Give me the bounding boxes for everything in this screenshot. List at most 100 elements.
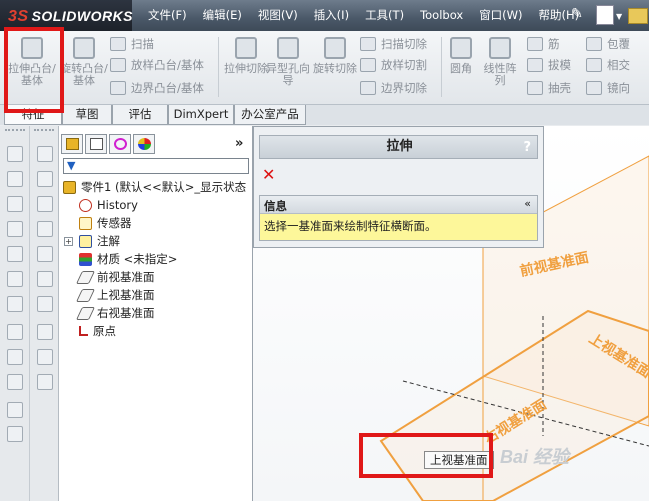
- menu-insert[interactable]: 插入(I): [306, 0, 357, 31]
- menu-bar: 文件(F) 编辑(E) 视图(V) 插入(I) 工具(T) Toolbox 窗口…: [140, 0, 587, 31]
- display-icon[interactable]: [37, 374, 53, 390]
- extrude-icon[interactable]: [7, 146, 23, 162]
- boundary-boss-icon: [110, 81, 126, 95]
- sweep-button[interactable]: 扫描: [110, 34, 154, 54]
- cut-icon[interactable]: [7, 246, 23, 262]
- copy-icon[interactable]: [7, 402, 23, 418]
- measure-icon[interactable]: [37, 324, 53, 340]
- toolbar-grip[interactable]: [5, 129, 25, 132]
- wrap-button[interactable]: 包覆: [586, 34, 630, 54]
- tree-item-right-plane[interactable]: 右视基准面: [75, 304, 155, 322]
- chevron-down-icon[interactable]: ▼: [616, 12, 622, 21]
- loft-cut-button[interactable]: 放样切割: [360, 55, 427, 75]
- tab-evaluate[interactable]: 评估: [112, 105, 168, 125]
- filter-icon[interactable]: ▼: [67, 160, 77, 172]
- tree-item-origin[interactable]: 原点: [79, 322, 116, 340]
- expand-annotations-icon[interactable]: +: [64, 237, 73, 246]
- extrude-cut-icon: [235, 37, 257, 59]
- filter-field[interactable]: ▼: [63, 158, 249, 174]
- extrude-boss-button[interactable]: 拉伸凸台/基体: [6, 35, 58, 101]
- table-icon[interactable]: [37, 146, 53, 162]
- curve-icon[interactable]: [37, 171, 53, 187]
- pin-icon[interactable]: ✎: [568, 6, 586, 24]
- tree-item-history[interactable]: History: [79, 196, 138, 214]
- hole-wizard-button[interactable]: 异型孔向导: [266, 35, 310, 101]
- plane-icon[interactable]: [37, 221, 53, 237]
- mirror-icon: [586, 81, 602, 95]
- axis-icon[interactable]: [37, 246, 53, 262]
- tree-item-top-plane[interactable]: 上视基准面: [75, 286, 155, 304]
- tab-features[interactable]: 特征: [4, 105, 62, 125]
- extrude-cut-button[interactable]: 拉伸切除: [220, 35, 272, 101]
- tab-feature-tree[interactable]: [61, 134, 83, 154]
- solidworks-logo[interactable]: 3S SOLIDWORKS: [0, 0, 133, 31]
- command-tabs: 特征 草图 评估 DimXpert 办公室产品: [0, 105, 649, 125]
- material-icon: [79, 252, 92, 266]
- menu-toolbox[interactable]: Toolbox: [412, 0, 471, 31]
- boundary-boss-button[interactable]: 边界凸台/基体: [110, 78, 204, 98]
- title-bar: 3S SOLIDWORKS 文件(F) 编辑(E) 视图(V) 插入(I) 工具(…: [0, 0, 649, 31]
- tree-item-material[interactable]: 材质 <未指定>: [79, 250, 177, 268]
- smart-dimension-icon[interactable]: [7, 349, 23, 365]
- surface-icon[interactable]: [37, 271, 53, 287]
- rib-button[interactable]: 筋: [527, 34, 560, 54]
- hole-icon[interactable]: [7, 271, 23, 287]
- command-manager: 拉伸凸台/基体 旋转凸台/基体 扫描 放样凸台/基体 边界凸台/基体 拉伸切除 …: [0, 31, 649, 105]
- sketch-icon[interactable]: [7, 324, 23, 340]
- menu-view[interactable]: 视图(V): [250, 0, 306, 31]
- sweep-icon: [110, 37, 126, 51]
- revolve-cut-button[interactable]: 旋转切除: [312, 35, 358, 101]
- tree-root-part[interactable]: 零件1 (默认<<默认>_显示状态: [63, 178, 246, 196]
- info-section-header[interactable]: 信息 «: [260, 196, 537, 214]
- menu-edit[interactable]: 编辑(E): [195, 0, 250, 31]
- loft-boss-button[interactable]: 放样凸台/基体: [110, 55, 204, 75]
- sensor-icon: [79, 216, 92, 230]
- plane-icon: [75, 306, 96, 320]
- menu-tools[interactable]: 工具(T): [357, 0, 412, 31]
- new-document-icon[interactable]: [596, 5, 614, 25]
- section-icon[interactable]: [37, 296, 53, 312]
- boundary-cut-button[interactable]: 边界切除: [360, 78, 427, 98]
- fillet-icon[interactable]: [7, 296, 23, 312]
- tab-configuration-manager[interactable]: [109, 134, 131, 154]
- sweep-cut-button[interactable]: 扫描切除: [360, 34, 427, 54]
- loft-icon[interactable]: [7, 221, 23, 237]
- tab-sketch[interactable]: 草图: [62, 105, 112, 125]
- paste-icon[interactable]: [7, 426, 23, 442]
- feature-manager-panel: » ▼ 零件1 (默认<<默认>_显示状态 History 传感器 + 注解 材…: [59, 126, 253, 501]
- revolve-icon[interactable]: [7, 171, 23, 187]
- tab-property-manager[interactable]: [85, 134, 107, 154]
- reference-geometry-icon[interactable]: [37, 196, 53, 212]
- tab-dimxpert[interactable]: DimXpert: [168, 105, 234, 125]
- tab-office-products[interactable]: 办公室产品: [234, 105, 306, 125]
- linear-pattern-button[interactable]: 线性阵列: [480, 35, 520, 101]
- collapse-icon[interactable]: «: [524, 197, 531, 210]
- tree-item-annotations[interactable]: 注解: [79, 232, 120, 250]
- open-folder-icon[interactable]: [628, 8, 648, 24]
- tree-item-sensors[interactable]: 传感器: [79, 214, 132, 232]
- relations-icon[interactable]: [7, 374, 23, 390]
- tab-display-manager[interactable]: [133, 134, 155, 154]
- part-icon: [63, 180, 76, 194]
- fillet-button[interactable]: 圆角: [444, 35, 478, 101]
- mass-properties-icon[interactable]: [37, 349, 53, 365]
- sweep-icon[interactable]: [7, 196, 23, 212]
- revolve-boss-button[interactable]: 旋转凸台/基体: [58, 35, 110, 101]
- menu-file[interactable]: 文件(F): [140, 0, 195, 31]
- mirror-button[interactable]: 镜向: [586, 78, 630, 98]
- cancel-icon[interactable]: ✕: [262, 165, 275, 184]
- draft-icon: [527, 58, 543, 72]
- draft-button[interactable]: 拔模: [527, 55, 571, 75]
- annotation-icon: [79, 234, 92, 248]
- menu-window[interactable]: 窗口(W): [471, 0, 530, 31]
- toolbar-grip[interactable]: [34, 129, 54, 132]
- shell-button[interactable]: 抽壳: [527, 78, 571, 98]
- info-section-title: 信息: [264, 199, 287, 213]
- revolve-cut-icon: [324, 37, 346, 59]
- intersect-button[interactable]: 相交: [586, 55, 630, 75]
- help-icon[interactable]: ?: [523, 140, 531, 155]
- more-tabs-button[interactable]: »: [235, 136, 243, 151]
- property-manager-extrude: 拉伸 ? ✕ 信息 « 选择一基准面来绘制特征横断面。: [253, 126, 544, 248]
- tree-item-front-plane[interactable]: 前视基准面: [75, 268, 155, 286]
- property-manager-header: 拉伸 ?: [259, 135, 538, 159]
